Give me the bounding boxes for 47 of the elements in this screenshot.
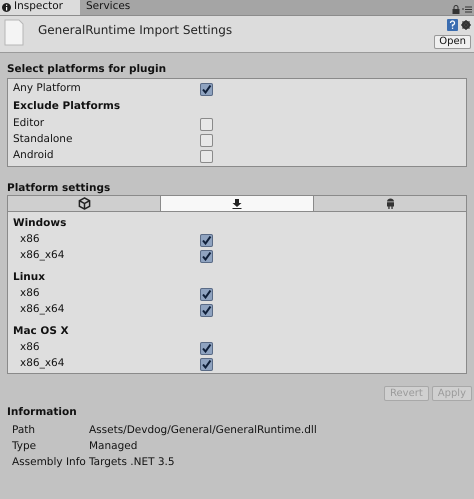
menu-icon[interactable] bbox=[462, 6, 472, 13]
option-label: Standalone bbox=[13, 132, 74, 148]
checkbox[interactable] bbox=[200, 82, 213, 96]
section-heading: Select platforms for plugin bbox=[7, 62, 168, 77]
checkbox[interactable] bbox=[200, 118, 213, 130]
subsection-heading: Exclude Platforms bbox=[13, 98, 120, 114]
section-heading: Information bbox=[7, 405, 78, 420]
open-button[interactable]: Open bbox=[434, 35, 471, 49]
section-heading: Platform settings bbox=[7, 181, 112, 195]
checkbox[interactable] bbox=[200, 134, 213, 146]
option-label: x86 bbox=[19, 286, 41, 302]
info-key: Path bbox=[12, 423, 89, 439]
platform-tab[interactable] bbox=[314, 196, 466, 211]
file-icon bbox=[4, 19, 24, 46]
info-key: Type bbox=[12, 439, 89, 455]
checkbox[interactable] bbox=[200, 342, 213, 354]
option-label: x86_x64 bbox=[19, 356, 66, 372]
info-value: Assets/Devdog/General/GeneralRuntime.dll bbox=[89, 423, 317, 438]
option-label: x86_x64 bbox=[19, 302, 66, 318]
option-label: x86 bbox=[19, 340, 41, 356]
option-label: x86_x64 bbox=[19, 248, 66, 264]
checkbox[interactable] bbox=[200, 288, 213, 300]
info-value: Targets .NET 3.5 bbox=[89, 455, 175, 470]
lock-icon[interactable] bbox=[452, 5, 460, 14]
settings-icon[interactable] bbox=[461, 20, 471, 30]
window-tab[interactable]: Inspector bbox=[0, 0, 80, 15]
platform-heading: Linux bbox=[13, 270, 46, 286]
info-value: Managed bbox=[89, 439, 138, 454]
checkbox[interactable] bbox=[200, 234, 213, 246]
platform-heading: Windows bbox=[13, 216, 66, 232]
android-icon bbox=[386, 198, 394, 209]
unity-cube-icon bbox=[78, 197, 90, 210]
info-key: Assembly Info bbox=[12, 455, 89, 471]
checkbox[interactable] bbox=[200, 358, 213, 370]
platform-tab[interactable] bbox=[8, 196, 161, 211]
checkbox[interactable] bbox=[200, 150, 213, 162]
platform-heading: Mac OS X bbox=[13, 324, 69, 340]
checkbox[interactable] bbox=[200, 304, 213, 316]
option-label: Editor bbox=[13, 116, 46, 132]
help-icon[interactable] bbox=[447, 19, 458, 31]
option-label: Any Platform bbox=[13, 81, 82, 96]
checkbox[interactable] bbox=[200, 250, 213, 262]
download-icon bbox=[232, 198, 242, 208]
inspector-title: GeneralRuntime Import Settings bbox=[38, 22, 232, 39]
option-label: x86 bbox=[19, 232, 41, 248]
info-icon bbox=[2, 2, 11, 12]
option-label: Android bbox=[13, 148, 55, 164]
